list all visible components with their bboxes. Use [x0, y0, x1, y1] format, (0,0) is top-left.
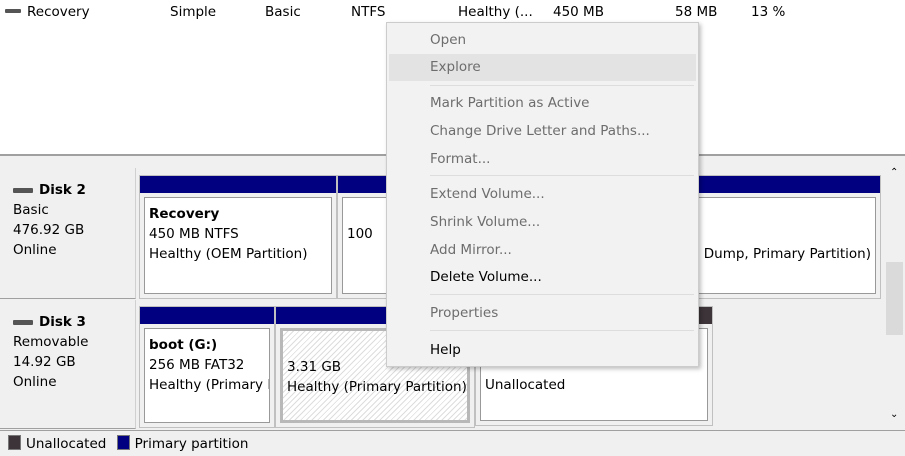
legend: Unallocated Primary partition — [0, 430, 905, 456]
disk-2-label[interactable]: Disk 2 Basic 476.92 GB Online — [0, 168, 136, 299]
volume-row[interactable]: Recovery Simple Basic NTFS Healthy (... … — [0, 0, 905, 24]
partition-boot[interactable]: boot (G:) 256 MB FAT32 Healthy (Primary P — [139, 306, 275, 428]
menu-shrink-volume[interactable]: Shrink Volume... — [389, 209, 696, 236]
menu-explore[interactable]: Explore — [389, 54, 696, 81]
menu-mark-active[interactable]: Mark Partition as Active — [389, 90, 696, 117]
volume-status: Healthy (... — [458, 4, 533, 20]
volume-capacity: 450 MB — [553, 4, 604, 20]
volume-free: 58 MB — [675, 4, 718, 20]
volume-fs: NTFS — [351, 4, 386, 20]
scroll-down-icon[interactable]: ⌄ — [890, 409, 898, 420]
scroll-thumb[interactable] — [886, 262, 903, 335]
disk-icon — [13, 187, 33, 193]
volume-icon — [5, 9, 21, 13]
menu-open[interactable]: Open — [389, 27, 696, 54]
menu-add-mirror[interactable]: Add Mirror... — [389, 237, 696, 264]
primary-swatch — [116, 435, 130, 450]
volume-type: Basic — [265, 4, 301, 20]
scroll-up-icon[interactable]: ⌃ — [890, 167, 898, 178]
volume-pct-free: 13 % — [751, 4, 786, 20]
menu-extend-volume[interactable]: Extend Volume... — [389, 181, 696, 208]
context-menu: Open Explore Mark Partition as Active Ch… — [386, 22, 699, 367]
volume-layout: Simple — [170, 4, 217, 20]
partition-recovery[interactable]: Recovery 450 MB NTFS Healthy (OEM Partitio… — [139, 175, 337, 299]
disk-icon — [13, 319, 33, 325]
menu-properties[interactable]: Properties — [389, 300, 696, 327]
disk-3-label[interactable]: Disk 3 Removable 14.92 GB Online — [0, 300, 136, 429]
volume-name: Recovery — [27, 4, 90, 20]
menu-change-drive-letter[interactable]: Change Drive Letter and Paths... — [389, 118, 696, 145]
menu-help[interactable]: Help — [389, 337, 696, 364]
menu-format[interactable]: Format... — [389, 146, 696, 173]
scrollbar[interactable]: ⌃ ⌄ — [884, 167, 905, 429]
menu-delete-volume[interactable]: Delete Volume... — [389, 264, 696, 291]
unallocated-swatch — [8, 435, 21, 450]
